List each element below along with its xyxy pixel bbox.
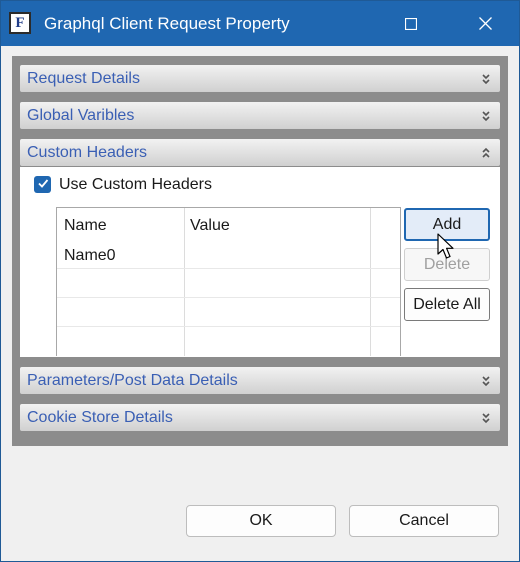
cancel-button[interactable]: Cancel <box>349 505 499 537</box>
grid-column-divider <box>184 208 185 356</box>
mouse-pointer-icon <box>437 233 457 266</box>
maximize-icon <box>405 17 417 30</box>
chevron-double-down-icon <box>480 374 492 387</box>
section-custom-headers[interactable]: Custom Headers <box>20 139 500 166</box>
app-icon: F <box>9 12 31 34</box>
section-global-variables[interactable]: Global Varibles <box>20 102 500 129</box>
title-bar[interactable]: F Graphql Client Request Property <box>1 1 519 46</box>
chevron-double-down-icon <box>480 411 492 424</box>
use-custom-headers-label[interactable]: Use Custom Headers <box>59 174 212 196</box>
property-panel: Request Details Global Varibles Custom H… <box>12 56 508 446</box>
custom-headers-body: Use Custom Headers Name Value Name0 Add … <box>20 167 500 357</box>
section-parameters[interactable]: Parameters/Post Data Details <box>20 367 500 394</box>
close-button[interactable] <box>462 1 508 46</box>
section-cookie-store[interactable]: Cookie Store Details <box>20 404 500 431</box>
section-title: Global Varibles <box>27 107 135 124</box>
grid-row-divider <box>57 326 400 327</box>
ok-button[interactable]: OK <box>186 505 336 537</box>
headers-grid[interactable]: Name Value Name0 <box>56 207 401 356</box>
use-custom-headers-checkbox[interactable] <box>34 176 51 193</box>
chevron-double-down-icon <box>480 109 492 122</box>
grid-row-divider <box>57 297 400 298</box>
cell-header-name[interactable]: Name0 <box>64 245 116 267</box>
section-title: Custom Headers <box>27 144 148 161</box>
grid-row-divider <box>57 268 400 269</box>
section-title: Cookie Store Details <box>27 409 173 426</box>
chevron-double-up-icon <box>480 146 492 158</box>
section-request-details[interactable]: Request Details <box>20 65 500 92</box>
column-header-value[interactable]: Value <box>190 215 230 237</box>
section-title: Parameters/Post Data Details <box>27 372 238 389</box>
chevron-double-down-icon <box>480 72 492 85</box>
checkmark-icon <box>37 176 49 194</box>
section-title: Request Details <box>27 70 140 87</box>
window-title: Graphql Client Request Property <box>44 14 290 33</box>
maximize-button[interactable] <box>388 1 434 46</box>
dialog-window: F Graphql Client Request Property Reques… <box>0 0 520 562</box>
grid-column-divider <box>370 208 371 356</box>
close-icon <box>478 17 492 30</box>
column-header-name[interactable]: Name <box>64 215 107 237</box>
delete-all-button[interactable]: Delete All <box>404 288 490 321</box>
